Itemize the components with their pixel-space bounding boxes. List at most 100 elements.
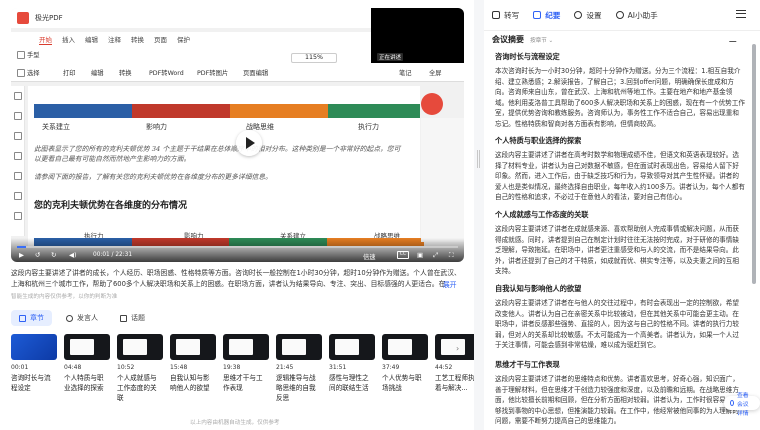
chapter-thumbnail-slide (282, 339, 306, 355)
list-icon (19, 314, 26, 322)
tab-speakers[interactable]: 发言人 (58, 310, 106, 326)
chevron-right-icon[interactable]: › (456, 344, 459, 353)
slide-label-execution: 执行力 (358, 123, 379, 131)
pdf-tab: 编辑 (85, 36, 98, 44)
video-player[interactable]: 极光PDF 开始 插入 编辑 注释 转换 页面 保护 手型 选择 打印 编辑 转换 PDF转… (11, 8, 464, 262)
chapter-item[interactable]: 21:45 逻辑推导与战略思维的自我反思 (276, 334, 322, 406)
pdf-logo-icon (17, 12, 29, 24)
slide-paragraph-2: 请参阅下面的报告，了解有关您的克利夫顿优势在各维度分布的更多详细信息。 (34, 173, 272, 181)
hand-tool-label: 手型 (27, 52, 40, 59)
pdf-to-image-label: PDF转图片 (197, 70, 229, 77)
pip-icon[interactable]: ▣ (417, 251, 423, 259)
summary-title: 会议摘要 (492, 35, 524, 44)
speaker-camera: 正在讲述 (371, 8, 464, 63)
summary-section-body: 本次咨询时长为一小时30分钟，超时十分钟作为赠送。分为三个流程：1.相互自我介绍… (495, 67, 745, 128)
expand-link[interactable]: 展开 (443, 279, 457, 289)
chapter-item[interactable]: 31:51 感性与理性之间的联结生活 (329, 334, 375, 406)
tab-ai-assistant[interactable]: AI小助手 (615, 10, 658, 21)
pdf-side-icons (11, 86, 25, 236)
pdf-tab: 开始 (39, 35, 52, 45)
chapter-time: 10:52 (117, 364, 135, 371)
video-progress-fill (17, 246, 26, 248)
chapter-thumbnail-slide (229, 339, 253, 355)
pane-splitter[interactable] (474, 0, 484, 430)
slide-paragraph-1: 此图表显示了您的所有的克利夫顿优势 34 个主题于干结果在总体顺序中的相对分布。… (34, 145, 401, 163)
play-small-icon[interactable]: ▶ (19, 251, 24, 259)
summary-section-body: 这段内容主要讲述了讲者的思维特点和优势。讲者喜欢思考，好奇心强，知识面广，善于理… (495, 375, 739, 426)
chapter-item[interactable]: 00:01 咨询时长与流程设定 (11, 334, 57, 406)
notes-tabs: 转写 纪要 设置 AI小助手 (484, 0, 760, 30)
chapter-thumbnail (329, 334, 375, 360)
tab-settings[interactable]: 设置 (574, 10, 602, 21)
chapter-thumbnail-slide (70, 339, 94, 355)
summary-section-body: 这段内容主要讲述了讲者在成就感来源、喜欢帮助别人完成事情或解决问题，从而获得成就… (495, 225, 739, 276)
chapter-item[interactable]: 10:52 个人成就感与工作态度的关联 (117, 334, 163, 406)
minutes-icon (533, 11, 542, 19)
summary-mode-dropdown[interactable]: 按章节 ⌄ (530, 36, 553, 44)
captions-button[interactable]: CC (397, 251, 409, 259)
pdf-slide: 关系建立 影响力 战略思维 执行力 此图表显示了您的所有的克利夫顿优势 34 个… (28, 86, 424, 246)
video-controls: ▶ ↺ ↻ ◀) 00:01 / 22:31 倍速 CC ▣ ⤢ ⛶ (11, 238, 464, 262)
pdf-tab: 保护 (177, 36, 190, 44)
slide-heading: 您的克利夫顿优势在各维度的分布情况 (34, 201, 188, 211)
tab-transcript[interactable]: 转写 (492, 10, 519, 21)
edit-icon[interactable] (728, 35, 741, 42)
chapter-title: 咨询时长与流程设定 (11, 374, 51, 392)
transcript-icon (492, 11, 500, 19)
chapter-title: 个人优势与职场挑战 (382, 374, 422, 392)
pdf-app-title: 极光PDF (35, 14, 63, 22)
notes-pane: 转写 纪要 设置 AI小助手 会议摘要 按章节 ⌄ 咨询时长与流程设定 本次咨询时… (484, 0, 760, 430)
expand-icon[interactable]: ⤢ (433, 251, 438, 260)
chapter-item[interactable]: 15:48 自我认知与影响他人的欲望 (170, 334, 216, 406)
video-progress-bar[interactable] (17, 246, 458, 248)
chapter-thumbnail-slide (123, 339, 147, 355)
chapter-item[interactable]: 19:38 思维才干与工作表现 (223, 334, 269, 406)
summary-section-title: 思维才干与工作表现 (495, 360, 560, 369)
volume-icon[interactable]: ◀) (69, 251, 77, 259)
summary-section-body: 这段内容主要讲述了讲者在与他人的交往过程中，有时会表现出一定的控制欲，希望改变他… (495, 299, 739, 350)
chapter-thumbnail (64, 334, 110, 360)
drag-handle-icon[interactable] (477, 150, 480, 168)
player-pane: 极光PDF 开始 插入 编辑 注释 转换 页面 保护 手型 选择 打印 编辑 转换 PDF转… (0, 0, 481, 430)
record-badge-icon (421, 93, 443, 115)
fullscreen-icon[interactable]: ⛶ (449, 251, 454, 260)
bar-execution (328, 104, 420, 118)
chapter-thumbnail-slide (335, 339, 359, 355)
pdf-tab: 转换 (131, 36, 144, 44)
zoom-level: 115% (291, 53, 337, 63)
summary-section-title: 个人成就感与工作态度的关联 (495, 210, 589, 219)
rewind-icon[interactable]: ↺ (35, 251, 40, 259)
chapter-thumbnail (117, 334, 163, 360)
tab-chapters[interactable]: 章节 (11, 310, 52, 326)
page-edit-label: 页面编辑 (243, 70, 269, 77)
note-tool-label: 笔记 (399, 70, 412, 77)
edit-tool-label: 编辑 (91, 70, 104, 77)
chapter-title: 逻辑推导与战略思维的自我反思 (276, 374, 316, 402)
layers-icon (14, 192, 22, 200)
chapter-title: 个人特质与职业选择的探索 (64, 374, 104, 392)
fullscreen-tool-label: 全屏 (429, 70, 442, 77)
pdf-tab: 页面 (154, 36, 167, 44)
forward-icon[interactable]: ↻ (51, 251, 56, 259)
speed-button[interactable]: 倍速 (363, 252, 376, 261)
tab-minutes[interactable]: 纪要 (533, 10, 560, 21)
bookmark-icon (14, 92, 22, 100)
chapter-item[interactable]: 04:48 个人特质与职业选择的探索 (64, 334, 110, 406)
chapter-item[interactable]: 37:49 个人优势与职场挑战 (382, 334, 428, 406)
convert-tool: 转换 (119, 68, 132, 77)
menu-icon[interactable] (736, 10, 746, 18)
select-tool-label: 选择 (27, 70, 40, 77)
chapter-time: 15:48 (170, 364, 188, 371)
chevron-down-icon (730, 400, 734, 406)
notes-scroll-thumb[interactable] (752, 44, 756, 284)
hand-icon (17, 50, 25, 59)
note-tool: 笔记 (399, 68, 412, 77)
bar-influence (132, 104, 230, 118)
slide-label-relationship: 关系建立 (42, 123, 70, 131)
notes-scrollbar[interactable] (752, 44, 756, 424)
tab-chapters-label: 章节 (30, 314, 44, 322)
play-button[interactable] (236, 130, 262, 156)
fullscreen-tool: 全屏 (429, 68, 442, 77)
tab-topics[interactable]: 话题 (112, 310, 153, 326)
view-meeting-details-button[interactable]: 查看会议详情 (724, 393, 760, 417)
